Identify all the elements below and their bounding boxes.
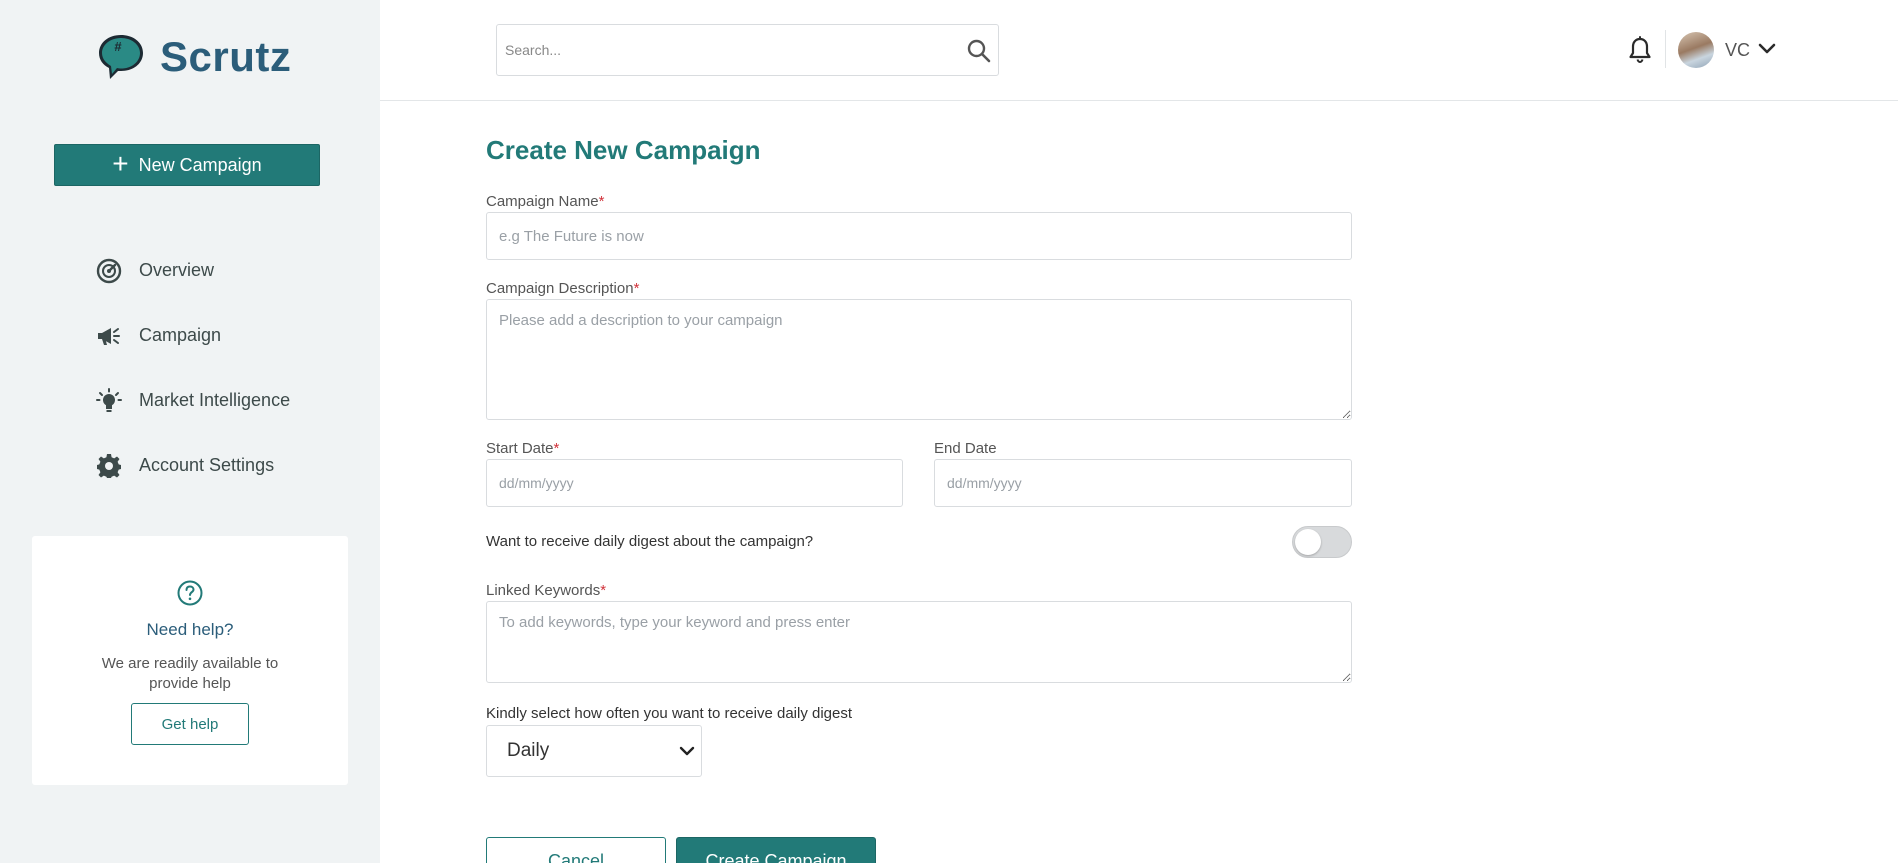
- svg-text:#: #: [114, 39, 122, 54]
- search-input[interactable]: [497, 25, 937, 75]
- megaphone-icon: [96, 323, 122, 349]
- linked-keywords-textarea[interactable]: [486, 601, 1352, 683]
- required-mark: *: [553, 440, 560, 457]
- sidebar-nav: Overview Campaign Market Intelligence Ac…: [96, 238, 290, 498]
- header-divider: [1665, 30, 1666, 68]
- new-campaign-button[interactable]: + New Campaign: [54, 144, 320, 186]
- logo-chat-bubble-icon: #: [99, 35, 143, 79]
- sidebar-item-label: Market Intelligence: [139, 390, 291, 410]
- end-date-input[interactable]: [934, 459, 1352, 507]
- help-card: Need help? We are readily available to p…: [32, 536, 348, 785]
- gear-icon: [96, 453, 122, 479]
- campaign-description-label: Campaign Description*: [486, 280, 639, 297]
- app-logo[interactable]: # Scrutz: [96, 32, 291, 82]
- required-mark: *: [633, 280, 640, 297]
- new-campaign-label: New Campaign: [138, 154, 262, 175]
- avatar[interactable]: [1678, 32, 1714, 68]
- start-date-label-text: Start Date: [486, 440, 554, 457]
- sidebar-item-account-settings[interactable]: Account Settings: [96, 433, 290, 498]
- linked-keywords-label: Linked Keywords*: [486, 582, 606, 599]
- chevron-down-icon: [679, 746, 695, 756]
- plus-icon: +: [112, 147, 129, 179]
- cancel-button[interactable]: Cancel: [486, 837, 666, 863]
- sidebar: # Scrutz + New Campaign Overview Campaig…: [0, 0, 380, 863]
- get-help-button[interactable]: Get help: [131, 703, 249, 745]
- sidebar-item-overview[interactable]: Overview: [96, 238, 290, 303]
- create-campaign-button[interactable]: Create Campaign: [676, 837, 876, 863]
- help-question-icon: [177, 580, 203, 606]
- sidebar-item-label: Account Settings: [139, 455, 275, 475]
- page-title: Create New Campaign: [486, 135, 761, 165]
- campaign-description-textarea[interactable]: [486, 299, 1352, 420]
- start-date-label: Start Date*: [486, 440, 559, 457]
- chevron-down-icon[interactable]: [1758, 42, 1776, 56]
- user-initials[interactable]: VC: [1725, 40, 1750, 61]
- top-header: VC: [380, 0, 1898, 101]
- frequency-selected-value: Daily: [507, 740, 550, 761]
- campaign-description-label-text: Campaign Description: [486, 280, 634, 297]
- notification-bell-icon[interactable]: [1628, 36, 1652, 64]
- required-mark: *: [598, 193, 605, 210]
- app-name: Scrutz: [160, 33, 292, 80]
- campaign-name-label: Campaign Name*: [486, 193, 604, 210]
- start-date-input[interactable]: [486, 459, 903, 507]
- linked-keywords-label-text: Linked Keywords: [486, 582, 601, 599]
- sidebar-item-campaign[interactable]: Campaign: [96, 303, 290, 368]
- sidebar-item-label: Campaign: [139, 325, 222, 345]
- campaign-name-input[interactable]: [486, 212, 1352, 260]
- daily-digest-question: Want to receive daily digest about the c…: [486, 533, 814, 550]
- sidebar-item-label: Overview: [139, 260, 215, 280]
- daily-digest-toggle[interactable]: [1292, 526, 1352, 558]
- sidebar-item-market-intelligence[interactable]: Market Intelligence: [96, 368, 290, 433]
- toggle-knob: [1295, 529, 1321, 555]
- frequency-label: Kindly select how often you want to rece…: [486, 705, 853, 722]
- help-text: We are readily available to provide help: [101, 655, 279, 692]
- frequency-select[interactable]: Daily: [486, 725, 702, 777]
- end-date-label: End Date: [934, 440, 997, 457]
- required-mark: *: [600, 582, 607, 599]
- lightbulb-icon: [96, 387, 122, 414]
- speedometer-icon: [96, 258, 122, 284]
- help-title: Need help?: [146, 620, 234, 639]
- search-icon[interactable]: [966, 38, 992, 64]
- search-box: [496, 24, 999, 76]
- campaign-name-label-text: Campaign Name: [486, 193, 599, 210]
